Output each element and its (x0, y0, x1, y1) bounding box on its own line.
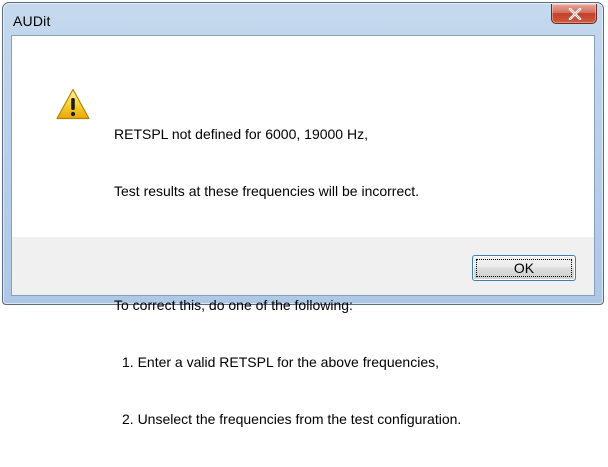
message-line-4: To correct this, do one of the following… (114, 297, 353, 313)
title-bar[interactable]: AUDit (3, 3, 603, 37)
window-title: AUDit (13, 13, 51, 29)
dialog-window: AUDit RETSPL not defined for 6000, 19000… (2, 2, 604, 427)
message-line-2: Test results at these frequencies will b… (114, 183, 420, 199)
dialog-body: RETSPL not defined for 6000, 19000 Hz, T… (11, 35, 595, 427)
message-line-1: RETSPL not defined for 6000, 19000 Hz, (114, 126, 368, 142)
close-icon (568, 8, 582, 20)
message-area: RETSPL not defined for 6000, 19000 Hz, T… (12, 36, 594, 427)
ok-button-label: OK (513, 260, 535, 276)
message-text: RETSPL not defined for 6000, 19000 Hz, T… (114, 87, 461, 467)
ok-button[interactable]: OK (472, 255, 576, 281)
warning-icon (56, 88, 90, 120)
message-line-6: 2. Unselect the frequencies from the tes… (122, 411, 462, 427)
message-line-5: 1. Enter a valid RETSPL for the above fr… (122, 354, 439, 370)
close-button[interactable] (551, 4, 597, 24)
message-spacer (114, 239, 461, 258)
